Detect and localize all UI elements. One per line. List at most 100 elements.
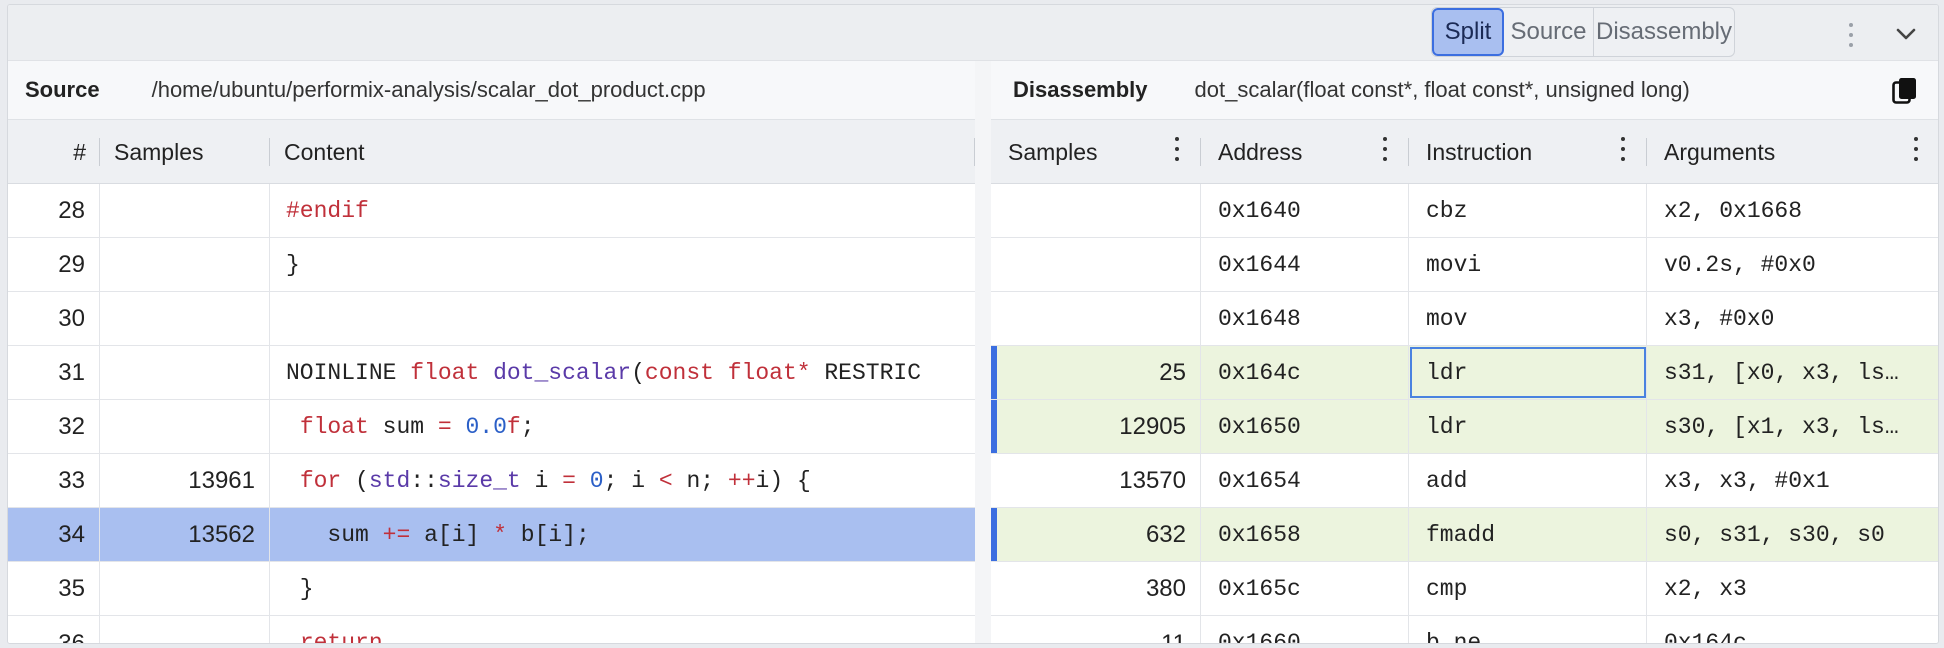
disassembly-title: Disassembly xyxy=(1013,77,1148,102)
instruction: movi xyxy=(1409,238,1647,291)
disassembly-view-button[interactable]: Disassembly xyxy=(1594,8,1734,56)
source-code: #endif xyxy=(286,197,369,224)
line-number: 29 xyxy=(8,238,100,291)
disassembly-row-highlighted[interactable]: 12905 0x1650 ldr s30, [x1, x3, ls… xyxy=(991,400,1938,454)
disassembly-row[interactable]: 380 0x165c cmp x2, x3 xyxy=(991,562,1938,616)
instruction: add xyxy=(1409,454,1647,507)
line-number: 31 xyxy=(8,346,100,399)
source-code: for (std:: size_t i = 0; i < n; ++ i) { xyxy=(299,467,811,494)
address: 0x164c xyxy=(1201,346,1409,399)
more-options-icon[interactable] xyxy=(1836,15,1866,55)
column-header-instruction[interactable]: Instruction xyxy=(1409,120,1647,184)
source-row-selected[interactable]: 34 13562 sum += a[i] * b[i]; xyxy=(8,508,975,562)
address: 0x1640 xyxy=(1201,184,1409,237)
sample-count xyxy=(100,292,270,345)
sample-count: 11 xyxy=(991,616,1201,643)
sample-count: 632 xyxy=(991,508,1201,561)
sample-count: 13562 xyxy=(100,508,270,561)
source-code: return xyxy=(299,630,383,644)
arguments: v0.2s, #0x0 xyxy=(1664,251,1816,278)
disassembly-row[interactable]: 0x1644 movi v0.2s, #0x0 xyxy=(991,238,1938,292)
disassembly-pane: Disassembly dot_scalar(float const*, flo… xyxy=(991,61,1938,644)
column-header-samples[interactable]: Samples xyxy=(991,120,1201,184)
column-menu-icon[interactable] xyxy=(1914,137,1918,161)
column-menu-icon[interactable] xyxy=(1175,137,1179,161)
source-row[interactable]: 30 xyxy=(8,292,975,346)
sample-count xyxy=(991,238,1201,291)
line-number: 33 xyxy=(8,454,100,507)
arguments: x3, x3, #0x1 xyxy=(1664,467,1830,494)
column-menu-icon[interactable] xyxy=(1621,137,1625,161)
source-row[interactable]: 36 return xyxy=(8,616,975,644)
sample-count xyxy=(100,616,270,643)
source-code: } xyxy=(286,575,314,602)
arguments: x2, x3 xyxy=(1664,575,1747,602)
instruction: cmp xyxy=(1409,562,1647,615)
source-code: sum += a[i] * b[i]; xyxy=(327,521,590,548)
sample-count xyxy=(991,292,1201,345)
instruction: cbz xyxy=(1409,184,1647,237)
address: 0x1644 xyxy=(1201,238,1409,291)
line-number: 36 xyxy=(8,616,100,643)
function-signature: dot_scalar(float const*, float const*, u… xyxy=(1194,77,1690,102)
sample-count xyxy=(100,238,270,291)
sample-count xyxy=(100,184,270,237)
toolbar: Split Source Disassembly xyxy=(8,5,1938,61)
source-row[interactable]: 28 #endif xyxy=(8,184,975,238)
disassembly-row[interactable]: 11 0x1660 b.ne 0x164c xyxy=(991,616,1938,644)
sample-count xyxy=(100,562,270,615)
source-pane: Source /home/ubuntu/performix-analysis/s… xyxy=(8,61,975,644)
address: 0x1650 xyxy=(1201,400,1409,453)
address: 0x165c xyxy=(1201,562,1409,615)
line-number: 28 xyxy=(8,184,100,237)
column-header-address[interactable]: Address xyxy=(1201,120,1409,184)
instruction: fmadd xyxy=(1409,508,1647,561)
column-header-content[interactable]: Content xyxy=(270,120,975,184)
disassembly-table-header: Samples Address Instruction Arguments xyxy=(991,120,1938,184)
disassembly-row[interactable]: 0x1648 mov x3, #0x0 xyxy=(991,292,1938,346)
line-number: 32 xyxy=(8,400,100,453)
address: 0x1660 xyxy=(1201,616,1409,643)
sample-count xyxy=(100,400,270,453)
address: 0x1654 xyxy=(1201,454,1409,507)
source-row[interactable]: 35 } xyxy=(8,562,975,616)
instruction-focused[interactable]: ldr xyxy=(1409,346,1647,399)
sample-count: 380 xyxy=(991,562,1201,615)
column-menu-icon[interactable] xyxy=(1383,137,1387,161)
instruction: mov xyxy=(1409,292,1647,345)
column-header-samples[interactable]: Samples xyxy=(100,120,270,184)
sample-count xyxy=(100,346,270,399)
sample-count: 13570 xyxy=(991,454,1201,507)
source-row[interactable]: 31 NOINLINE float dot_scalar(const float… xyxy=(8,346,975,400)
arguments: s31, [x0, x3, ls… xyxy=(1664,359,1899,386)
instruction: ldr xyxy=(1409,400,1647,453)
source-row[interactable]: 33 13961 for (std:: size_t i = 0; i < n; … xyxy=(8,454,975,508)
disassembly-row[interactable]: 0x1640 cbz x2, 0x1668 xyxy=(991,184,1938,238)
source-table: # Samples Content 28 #endif 29} 30 31 N… xyxy=(8,119,975,644)
disassembly-row-highlighted[interactable]: 632 0x1658 fmadd s0, s31, s30, s0 xyxy=(991,508,1938,562)
copy-icon[interactable] xyxy=(1892,77,1918,105)
source-file-path: /home/ubuntu/performix-analysis/scalar_d… xyxy=(151,77,706,102)
source-code xyxy=(270,292,975,345)
arguments: x2, 0x1668 xyxy=(1664,197,1803,224)
disassembly-row[interactable]: 13570 0x1654 add x3, x3, #0x1 xyxy=(991,454,1938,508)
source-code: NOINLINE float dot_scalar(const float * R… xyxy=(286,359,921,386)
disassembly-header: Disassembly dot_scalar(float const*, flo… xyxy=(991,61,1938,119)
line-number: 30 xyxy=(8,292,100,345)
instruction: b.ne xyxy=(1409,616,1647,643)
chevron-down-icon[interactable] xyxy=(1891,19,1921,49)
arguments: 0x164c xyxy=(1664,630,1747,644)
source-row[interactable]: 32 float sum = 0.0 f; xyxy=(8,400,975,454)
split-view-button[interactable]: Split xyxy=(1432,8,1504,56)
column-header-line[interactable]: # xyxy=(8,120,100,184)
arguments: x3, #0x0 xyxy=(1664,305,1775,332)
source-header: Source /home/ubuntu/performix-analysis/s… xyxy=(8,61,975,119)
source-code: } xyxy=(286,251,300,278)
source-title: Source xyxy=(25,77,100,102)
column-header-arguments[interactable]: Arguments xyxy=(1647,120,1938,184)
source-row[interactable]: 29 } xyxy=(8,238,975,292)
source-view-button[interactable]: Source xyxy=(1504,8,1594,56)
disassembly-row-highlighted[interactable]: 25 0x164c ldr s31, [x0, x3, ls… xyxy=(991,346,1938,400)
source-code: float sum = 0.0 f; xyxy=(299,413,535,440)
address: 0x1648 xyxy=(1201,292,1409,345)
